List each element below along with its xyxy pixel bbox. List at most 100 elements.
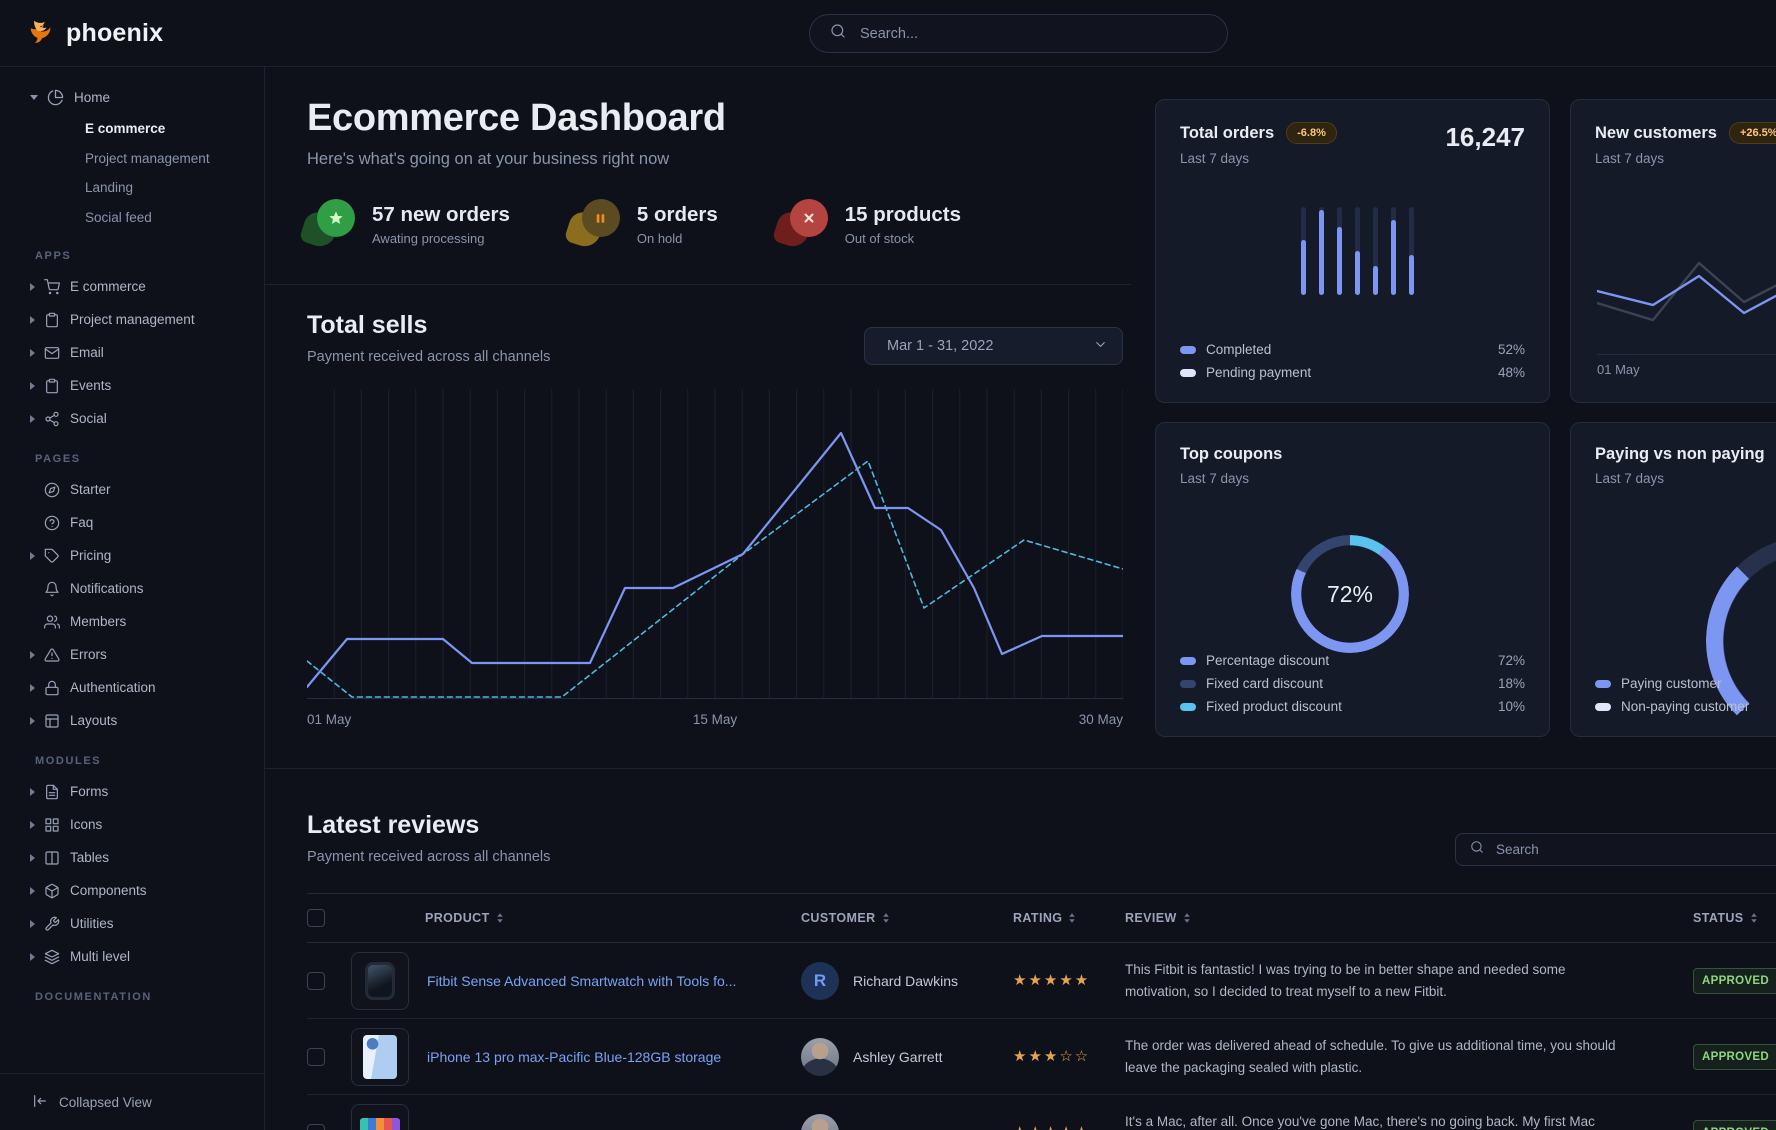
sidebar-item-project-management[interactable]: Project management bbox=[0, 303, 264, 336]
clipboard-icon bbox=[44, 312, 60, 328]
phoenix-logo-icon bbox=[26, 16, 56, 51]
card-title: Total orders bbox=[1180, 124, 1274, 143]
row-checkbox[interactable] bbox=[307, 1124, 325, 1130]
chevron-right-icon bbox=[30, 684, 35, 692]
chevron-right-icon bbox=[30, 821, 35, 829]
pie-chart-icon bbox=[47, 89, 64, 106]
sidebar-item-events[interactable]: Events bbox=[0, 369, 264, 402]
select-all-checkbox[interactable] bbox=[307, 909, 325, 927]
sort-icon bbox=[1068, 912, 1076, 924]
sort-product[interactable]: PRODUCT bbox=[351, 911, 801, 925]
avatar bbox=[801, 1038, 839, 1076]
x-badge-icon bbox=[780, 201, 828, 247]
main-content: Ecommerce Dashboard Here's what's going … bbox=[265, 67, 1776, 1130]
wrench-icon bbox=[44, 916, 60, 932]
card-title: Top coupons bbox=[1180, 445, 1282, 464]
sort-icon bbox=[1750, 912, 1758, 924]
chevron-down-icon bbox=[1093, 337, 1108, 356]
sort-review[interactable]: REVIEW bbox=[1125, 911, 1665, 925]
brand-logo-link[interactable]: phoenix bbox=[26, 16, 163, 51]
sidebar-item-notifications[interactable]: Notifications bbox=[0, 572, 264, 605]
sort-rating[interactable]: RATING bbox=[1013, 911, 1125, 925]
sidebar-item-icons[interactable]: Icons bbox=[0, 808, 264, 841]
x-axis-line bbox=[1597, 354, 1776, 355]
tag-icon bbox=[44, 548, 60, 564]
card-title: Paying vs non paying bbox=[1595, 445, 1765, 464]
review-text: This Fitbit is fantastic! I was trying t… bbox=[1125, 945, 1665, 1016]
sidebar-item-pricing[interactable]: Pricing bbox=[0, 539, 264, 572]
product-thumbnail[interactable] bbox=[351, 952, 409, 1010]
page-title: Ecommerce Dashboard bbox=[307, 97, 1131, 140]
page-subtitle: Here's what's going on at your business … bbox=[307, 150, 1131, 169]
sidebar-item-home-project-management[interactable]: Project management bbox=[0, 144, 264, 174]
product-link[interactable]: Fitbit Sense Advanced Smartwatch with To… bbox=[427, 973, 736, 989]
date-range-select[interactable]: Mar 1 - 31, 2022 bbox=[864, 327, 1123, 365]
lock-icon bbox=[44, 680, 60, 696]
compass-icon bbox=[44, 482, 60, 498]
sidebar-item-tables[interactable]: Tables bbox=[0, 841, 264, 874]
status-badge: APPROVED✓ bbox=[1693, 968, 1776, 994]
sidebar-item-ecommerce[interactable]: E commerce bbox=[0, 270, 264, 303]
sidebar-item-members[interactable]: Members bbox=[0, 605, 264, 638]
new-customers-card: New customers +26.5% Last 7 days 01 May bbox=[1570, 99, 1776, 403]
latest-reviews-section: Latest reviews Payment received across a… bbox=[307, 769, 1776, 1130]
sidebar-item-faq[interactable]: Faq bbox=[0, 506, 264, 539]
collapsed-view-toggle[interactable]: Collapsed View bbox=[0, 1073, 264, 1130]
sidebar-item-email[interactable]: Email bbox=[0, 336, 264, 369]
row-checkbox[interactable] bbox=[307, 972, 325, 990]
sidebar-item-starter[interactable]: Starter bbox=[0, 473, 264, 506]
imac-image bbox=[360, 1118, 400, 1130]
total-sells-chart bbox=[307, 389, 1123, 699]
orders-bar-chart bbox=[1301, 207, 1414, 295]
global-search-input[interactable] bbox=[858, 25, 1207, 43]
sidebar-item-social[interactable]: Social bbox=[0, 402, 264, 435]
coupons-legend: Percentage discount 72% Fixed card disco… bbox=[1180, 649, 1525, 718]
search-icon bbox=[830, 23, 846, 44]
total-sells-section: Total sells Payment received across all … bbox=[307, 285, 1131, 727]
sidebar-item-home[interactable]: Home bbox=[0, 81, 264, 114]
sidebar-item-authentication[interactable]: Authentication bbox=[0, 671, 264, 704]
total-orders-value: 16,247 bbox=[1445, 122, 1525, 153]
chevron-right-icon bbox=[30, 316, 35, 324]
product-link[interactable]: iPhone 13 pro max-Pacific Blue-128GB sto… bbox=[427, 1049, 721, 1065]
table-header: PRODUCT CUSTOMER RATING REVIEW bbox=[307, 893, 1776, 943]
sidebar-item-utilities[interactable]: Utilities bbox=[0, 907, 264, 940]
chevron-right-icon bbox=[30, 349, 35, 357]
chevron-down-icon bbox=[30, 95, 38, 100]
file-text-icon bbox=[44, 784, 60, 800]
sidebar-item-home-social-feed[interactable]: Social feed bbox=[0, 203, 264, 233]
sidebar-item-multi-level[interactable]: Multi level bbox=[0, 940, 264, 973]
grid-icon bbox=[44, 817, 60, 833]
pause-badge-icon bbox=[572, 201, 620, 247]
chevron-right-icon bbox=[30, 415, 35, 423]
share-icon bbox=[44, 411, 60, 427]
status-badge: APPROVED✓ bbox=[1693, 1044, 1776, 1070]
sidebar-item-home-landing[interactable]: Landing bbox=[0, 173, 264, 203]
app-window: phoenix Home E commerce Project manageme… bbox=[0, 0, 1776, 1130]
reviews-search bbox=[1455, 833, 1776, 866]
sidebar-item-home-ecommerce[interactable]: E commerce bbox=[0, 114, 264, 144]
row-checkbox[interactable] bbox=[307, 1048, 325, 1066]
sidebar-section-apps: APPS bbox=[0, 232, 264, 270]
package-icon bbox=[44, 883, 60, 899]
sidebar-item-components[interactable]: Components bbox=[0, 874, 264, 907]
legend-swatch bbox=[1180, 369, 1196, 377]
sidebar-section-modules: MODULES bbox=[0, 737, 264, 775]
product-thumbnail[interactable] bbox=[351, 1104, 409, 1130]
avatar bbox=[801, 1114, 839, 1130]
product-thumbnail[interactable] bbox=[351, 1028, 409, 1086]
sort-status[interactable]: STATUS bbox=[1665, 911, 1776, 925]
stat-new-orders: 57 new orders Awating processing bbox=[307, 201, 510, 247]
sidebar-item-errors[interactable]: Errors bbox=[0, 638, 264, 671]
coupons-donut-value: 72% bbox=[1291, 535, 1409, 653]
chevron-right-icon bbox=[30, 552, 35, 560]
review-text: It's a Mac, after all. Once you've gone … bbox=[1125, 1097, 1665, 1130]
sidebar-item-layouts[interactable]: Layouts bbox=[0, 704, 264, 737]
sidebar-item-forms[interactable]: Forms bbox=[0, 775, 264, 808]
reviews-search-input[interactable] bbox=[1494, 841, 1773, 858]
sort-customer[interactable]: CUSTOMER bbox=[801, 911, 1013, 925]
rating-stars: ★★★☆☆ bbox=[1013, 1048, 1090, 1065]
reviews-table: PRODUCT CUSTOMER RATING REVIEW bbox=[307, 893, 1776, 1130]
iphone-image bbox=[363, 1035, 397, 1079]
paying-legend: Paying customer Non-paying customer bbox=[1595, 672, 1776, 718]
